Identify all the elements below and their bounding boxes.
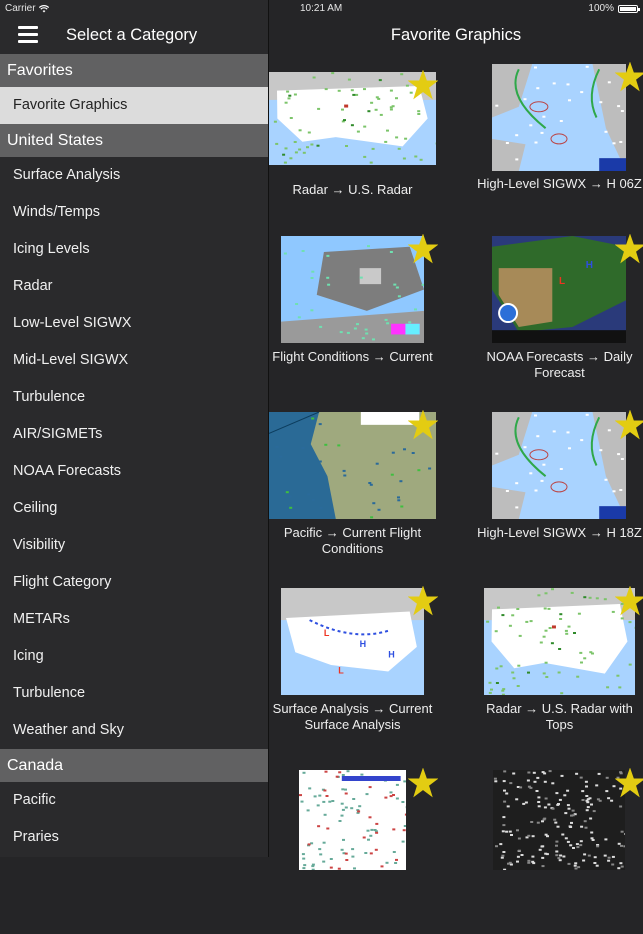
sidebar-item-low-level-sigwx[interactable]: Low-Level SIGWX — [0, 305, 268, 342]
sidebar-item-winds-temps[interactable]: Winds/Temps — [0, 194, 268, 231]
sidebar-item-noaa-forecasts[interactable]: NOAA Forecasts — [0, 453, 268, 490]
sidebar-item-metars[interactable]: METARs — [0, 601, 268, 638]
favorite-caption: High-Level SIGWX → H 06Z — [476, 176, 643, 192]
favorite-thumbnail-sigwx-map[interactable] — [492, 64, 626, 171]
favorite-thumbnail-us-radar-tops-map[interactable] — [484, 588, 635, 695]
sidebar-item-radar[interactable]: Radar — [0, 268, 268, 305]
sidebar-item-ceiling[interactable]: Ceiling — [0, 490, 268, 527]
sidebar-item-mid-level-sigwx[interactable]: Mid-Level SIGWX — [0, 342, 268, 379]
favorite-thumbnail-noaa-forecast-map[interactable]: HL — [492, 236, 626, 343]
wifi-icon — [39, 5, 49, 13]
left-navbar: Select a Category — [0, 18, 268, 54]
carrier-label: Carrier — [5, 3, 36, 14]
favorite-caption: Radar → U.S. Radar with Tops — [476, 701, 643, 733]
sidebar-item-pacific[interactable]: Pacific — [0, 782, 268, 819]
sidebar-item-weather-and-sky[interactable]: Weather and Sky — [0, 712, 268, 749]
favorite-star-icon[interactable] — [615, 410, 643, 440]
battery-indicator: 100% — [588, 3, 638, 14]
sidebar-item-favorite-graphics[interactable]: Favorite Graphics — [0, 87, 268, 124]
status-bar: Carrier 10:21 AM 100% — [0, 0, 643, 18]
favorite-tile[interactable]: Radar → U.S. Radar with Tops — [269, 582, 456, 758]
sidebar-item-icing[interactable]: Icing — [0, 638, 268, 675]
favorite-caption: NOAA Forecasts → Daily Forecast — [476, 349, 643, 381]
clock: 10:21 AM — [300, 3, 342, 14]
svg-text:L: L — [559, 276, 565, 287]
sidebar-title: Select a Category — [66, 26, 197, 45]
section-header: Canada — [0, 749, 268, 782]
favorite-star-icon[interactable] — [615, 586, 643, 616]
battery-fill — [620, 7, 636, 11]
sidebar-item-surface-analysis[interactable]: Surface Analysis — [0, 157, 268, 194]
favorite-tile[interactable]: High-Level SIGWX → H 18Z — [269, 406, 456, 582]
section-header: Favorites — [0, 54, 268, 87]
carrier-indicator: Carrier — [5, 3, 49, 14]
sidebar-item-air-sigmets[interactable]: AIR/SIGMETs — [0, 416, 268, 453]
category-list: FavoritesFavorite GraphicsUnited StatesS… — [0, 54, 268, 856]
sidebar-item-turbulence[interactable]: Turbulence — [0, 675, 268, 712]
page-title: Favorite Graphics — [269, 26, 643, 45]
sidebar-item-visibility[interactable]: Visibility — [0, 527, 268, 564]
favorite-caption: High-Level SIGWX → H 18Z — [476, 525, 643, 541]
favorite-star-icon[interactable] — [615, 768, 643, 798]
favorite-tile[interactable]: High-Level SIGWX → H 06Z — [269, 54, 456, 230]
hamburger-menu-icon[interactable] — [18, 26, 38, 44]
favorite-tile[interactable] — [269, 758, 456, 934]
favorite-star-icon[interactable] — [615, 234, 643, 264]
svg-text:H: H — [586, 260, 593, 271]
battery-icon — [618, 5, 638, 13]
right-navbar: Favorite Graphics — [269, 18, 643, 54]
favorite-star-icon[interactable] — [615, 62, 643, 92]
favorite-thumbnail-sigwx-map[interactable] — [492, 412, 626, 519]
sidebar-item-flight-category[interactable]: Flight Category — [0, 564, 268, 601]
favorite-thumbnail-satellite-map[interactable] — [493, 770, 625, 870]
battery-label: 100% — [588, 3, 614, 14]
section-header: United States — [0, 124, 268, 157]
sidebar-item-praries[interactable]: Praries — [0, 819, 268, 856]
sidebar-item-icing-levels[interactable]: Icing Levels — [0, 231, 268, 268]
favorite-tile[interactable]: HLNOAA Forecasts → Daily Forecast — [269, 230, 456, 406]
sidebar-item-turbulence[interactable]: Turbulence — [0, 379, 268, 416]
